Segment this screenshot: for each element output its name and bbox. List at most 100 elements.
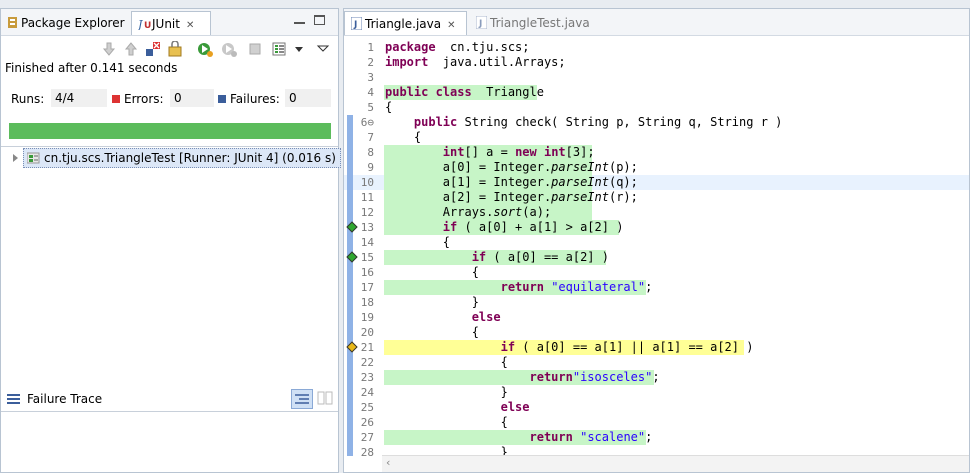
code-line[interactable]: 2 import java.util.Arrays; bbox=[344, 55, 969, 70]
failure-trace-header: Failure Trace bbox=[1, 388, 338, 412]
line-number: 28 bbox=[360, 446, 374, 456]
code-line[interactable]: 9 a[0] = Integer.parseInt(p); bbox=[344, 160, 969, 175]
editor-tab-bar: J Triangle.java ✕ J TriangleTest.java bbox=[344, 9, 969, 36]
svg-text:J: J bbox=[478, 19, 482, 29]
code-line[interactable]: 3 bbox=[344, 70, 969, 85]
view-menu-icon[interactable] bbox=[315, 41, 331, 57]
code-line[interactable]: 26 { bbox=[344, 415, 969, 430]
code-line[interactable]: 6⊖ public String check( String p, String… bbox=[344, 115, 969, 130]
horizontal-scrollbar[interactable]: ‹ bbox=[382, 455, 969, 472]
tab-label: Package Explorer bbox=[21, 16, 125, 30]
runs-label: Runs: bbox=[11, 92, 45, 106]
line-number: 5 bbox=[367, 101, 374, 114]
list-icon bbox=[7, 392, 20, 408]
code-text: } bbox=[385, 295, 479, 309]
line-number: 13 bbox=[360, 221, 374, 234]
java-file-icon: J bbox=[475, 13, 488, 30]
rerun-failures-first-icon[interactable] bbox=[221, 41, 237, 57]
close-icon[interactable]: ✕ bbox=[186, 20, 194, 31]
code-line[interactable]: 27 return "scalene"; bbox=[344, 430, 969, 445]
code-text: { bbox=[385, 265, 479, 279]
code-line[interactable]: 24 } bbox=[344, 385, 969, 400]
code-text: if ( a[0] == a[2] ) bbox=[471, 250, 609, 264]
progress-fill bbox=[9, 123, 331, 139]
line-number: 7 bbox=[367, 131, 374, 144]
chevron-down-icon[interactable] bbox=[291, 41, 307, 57]
test-tree-label: cn.tju.scs.TriangleTest [Runner: JUnit 4… bbox=[44, 151, 336, 165]
filter-stack-trace-icon[interactable] bbox=[291, 389, 313, 409]
line-number: 23 bbox=[360, 371, 374, 384]
code-line[interactable]: 22 { bbox=[344, 355, 969, 370]
divider bbox=[1, 146, 338, 147]
scroll-lock-icon[interactable] bbox=[167, 40, 183, 57]
tab-label: JUnit bbox=[152, 17, 180, 31]
code-text: int[] a = new int[3]; bbox=[442, 145, 595, 159]
code-editor[interactable]: 1 package cn.tju.scs; 2 import java.util.Ar… bbox=[344, 36, 969, 456]
code-line[interactable]: 12 Arrays.sort(a); bbox=[344, 205, 969, 220]
tab-package-explorer[interactable]: Package Explorer bbox=[1, 11, 131, 35]
code-line[interactable]: 8 int[] a = new int[3]; bbox=[344, 145, 969, 160]
failures-label: Failures: bbox=[230, 92, 280, 106]
code-line[interactable]: 19 else bbox=[344, 310, 969, 325]
code-line[interactable]: 13 if ( a[0] + a[1] > a[2] ) bbox=[344, 220, 969, 235]
code-line[interactable]: 16 { bbox=[344, 265, 969, 280]
tab-label: Triangle.java bbox=[365, 17, 442, 31]
stop-icon[interactable] bbox=[247, 41, 263, 57]
tab-junit[interactable]: JU JUnit ✕ bbox=[131, 11, 211, 35]
code-line[interactable]: 18 } bbox=[344, 295, 969, 310]
line-number: 18 bbox=[360, 296, 374, 309]
code-text: } bbox=[385, 385, 508, 399]
line-number: 1 bbox=[367, 41, 374, 54]
code-line[interactable]: 23 return"isosceles"; bbox=[344, 370, 969, 385]
code-text: else bbox=[500, 400, 530, 414]
tab-label: TriangleTest.java bbox=[490, 16, 590, 30]
code-text: { bbox=[385, 325, 479, 339]
code-line[interactable]: 25 else bbox=[344, 400, 969, 415]
code-text: if ( a[0] + a[1] > a[2] ) bbox=[442, 220, 624, 234]
code-line[interactable]: 7 { bbox=[344, 130, 969, 145]
next-failure-icon[interactable] bbox=[101, 41, 117, 57]
code-line[interactable]: 17 return "equilateral"; bbox=[344, 280, 969, 295]
code-text: { bbox=[385, 415, 508, 429]
test-tree-item[interactable]: cn.tju.scs.TriangleTest [Runner: JUnit 4… bbox=[23, 148, 341, 168]
code-line[interactable]: 4 public class Triangle bbox=[344, 85, 969, 100]
expand-icon[interactable] bbox=[13, 154, 18, 162]
line-number: 6⊖ bbox=[360, 116, 374, 129]
editor-panel: J Triangle.java ✕ J TriangleTest.java 1 pa… bbox=[343, 8, 970, 473]
code-text: a[1] = Integer.parseInt(q); bbox=[385, 175, 638, 189]
code-text: if ( a[0] == a[1] || a[1] == a[2] ) bbox=[500, 340, 754, 354]
test-counters: Runs: 4/4 Errors: 0 Failures: 0 bbox=[5, 89, 333, 111]
line-number: 27 bbox=[360, 431, 374, 444]
code-line[interactable]: 1 package cn.tju.scs; bbox=[344, 40, 969, 55]
line-number: 21 bbox=[360, 341, 374, 354]
line-number: 26 bbox=[360, 416, 374, 429]
code-text: a[2] = Integer.parseInt(r); bbox=[385, 190, 638, 204]
tab-triangletest-java[interactable]: J TriangleTest.java bbox=[470, 11, 600, 35]
tab-triangle-java[interactable]: J Triangle.java ✕ bbox=[344, 11, 467, 35]
package-explorer-icon bbox=[7, 13, 18, 28]
line-number: 22 bbox=[360, 356, 374, 369]
code-text: public String check( String p, String q,… bbox=[413, 115, 783, 129]
code-text: { bbox=[385, 355, 508, 369]
code-line[interactable]: 15 if ( a[0] == a[2] ) bbox=[344, 250, 969, 265]
code-text: return "scalene"; bbox=[529, 430, 653, 444]
code-line[interactable]: 10 a[1] = Integer.parseInt(q); bbox=[344, 175, 969, 190]
code-line[interactable]: 20 { bbox=[344, 325, 969, 340]
test-run-history-icon[interactable] bbox=[271, 41, 287, 57]
scroll-left-icon[interactable]: ‹ bbox=[386, 456, 390, 469]
line-number: 10 bbox=[360, 176, 374, 189]
line-number: 8 bbox=[367, 146, 374, 159]
show-failures-only-icon[interactable] bbox=[145, 41, 161, 57]
code-line[interactable]: 5{ bbox=[344, 100, 969, 115]
status-text: Finished after 0.141 seconds bbox=[5, 61, 178, 75]
compare-result-icon[interactable] bbox=[317, 390, 333, 409]
code-line[interactable]: 14 { bbox=[344, 235, 969, 250]
maximize-icon[interactable] bbox=[314, 15, 325, 25]
code-line[interactable]: 11 a[2] = Integer.parseInt(r); bbox=[344, 190, 969, 205]
rerun-test-icon[interactable] bbox=[197, 41, 213, 57]
minimize-icon[interactable] bbox=[294, 18, 305, 24]
code-line[interactable]: 21 if ( a[0] == a[1] || a[1] == a[2] ) bbox=[344, 340, 969, 355]
test-tree-row[interactable]: cn.tju.scs.TriangleTest [Runner: JUnit 4… bbox=[13, 148, 341, 168]
close-icon[interactable]: ✕ bbox=[447, 20, 455, 31]
previous-failure-icon[interactable] bbox=[123, 41, 139, 57]
